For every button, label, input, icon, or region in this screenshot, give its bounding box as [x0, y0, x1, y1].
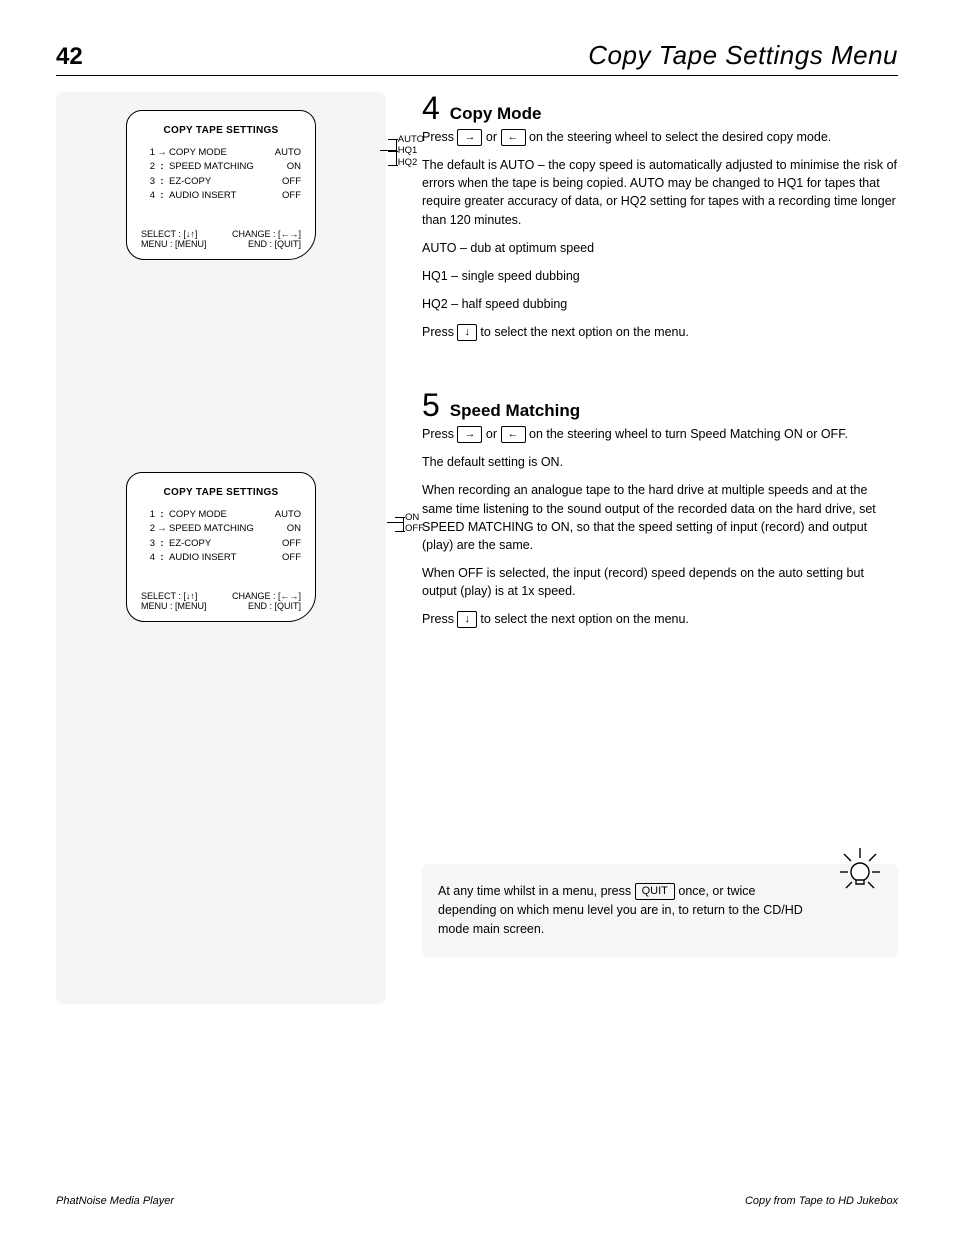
side-options: ON OFF	[405, 512, 424, 535]
footer-left: PhatNoise Media Player	[56, 1195, 174, 1207]
quit-button: QUIT	[635, 883, 675, 900]
osd-nav: SELECT : [↓↑] MENU : [MENU] CHANGE : [←→…	[141, 229, 301, 249]
menu-row: 4:AUDIO INSERTOFF	[141, 551, 301, 565]
menu-row: 1:COPY MODEAUTO	[141, 508, 301, 522]
footer-right: Copy from Tape to HD Jukebox	[745, 1195, 898, 1207]
section-copy-mode: 4 Copy Mode Press → or ← on the steering…	[422, 92, 898, 341]
instruction-line: Press ↓ to select the next option on the…	[422, 323, 898, 341]
option-line: HQ1 – single speed dubbing	[422, 267, 898, 285]
step-number: 5	[422, 389, 440, 421]
section-title: Copy Mode	[450, 104, 542, 124]
side-options: AUTO HQ1 HQ2	[398, 134, 424, 168]
option-line: HQ2 – half speed dubbing	[422, 295, 898, 313]
page-number: 42	[56, 43, 83, 71]
left-arrow-button: ←	[501, 129, 526, 146]
right-arrow-button: →	[457, 426, 482, 443]
paragraph: The default is AUTO – the copy speed is …	[422, 156, 898, 229]
paragraph: When recording an analogue tape to the h…	[422, 481, 898, 554]
section-speed-matching: 5 Speed Matching Press → or ← on the ste…	[422, 389, 898, 628]
option-line: AUTO – dub at optimum speed	[422, 239, 898, 257]
left-panel: COPY TAPE SETTINGS 1→COPY MODEAUTO 2:SPE…	[56, 92, 386, 1004]
page-header: 42 Copy Tape Settings Menu	[56, 40, 898, 76]
menu-row: 3:EZ-COPYOFF	[141, 537, 301, 551]
osd-screen-copy-mode: COPY TAPE SETTINGS 1→COPY MODEAUTO 2:SPE…	[66, 110, 376, 260]
osd-nav: SELECT : [↓↑] MENU : [MENU] CHANGE : [←→…	[141, 591, 301, 611]
down-arrow-button: ↓	[457, 324, 477, 341]
osd-screen-speed-matching: COPY TAPE SETTINGS 1:COPY MODEAUTO 2→SPE…	[66, 472, 376, 622]
menu-row: 4:AUDIO INSERTOFF	[141, 189, 301, 203]
instruction-line: Press → or ← on the steering wheel to se…	[422, 128, 898, 146]
osd-title: COPY TAPE SETTINGS	[141, 487, 301, 498]
lightbulb-icon	[830, 838, 890, 898]
step-number: 4	[422, 92, 440, 124]
right-column: 4 Copy Mode Press → or ← on the steering…	[422, 92, 898, 1004]
left-arrow-button: ←	[501, 426, 526, 443]
menu-row: 3:EZ-COPYOFF	[141, 175, 301, 189]
down-arrow-button: ↓	[457, 611, 477, 628]
osd-title: COPY TAPE SETTINGS	[141, 125, 301, 136]
instruction-line: Press ↓ to select the next option on the…	[422, 610, 898, 628]
page-title: Copy Tape Settings Menu	[588, 40, 898, 71]
section-title: Speed Matching	[450, 401, 580, 421]
paragraph: When OFF is selected, the input (record)…	[422, 564, 898, 600]
menu-row: 1→COPY MODEAUTO	[141, 146, 301, 160]
instruction-line: Press → or ← on the steering wheel to tu…	[422, 425, 898, 443]
menu-row: 2→SPEED MATCHINGON	[141, 522, 301, 536]
right-arrow-button: →	[457, 129, 482, 146]
page-footer: PhatNoise Media Player Copy from Tape to…	[56, 1195, 898, 1207]
menu-row: 2:SPEED MATCHINGON	[141, 160, 301, 174]
paragraph: The default setting is ON.	[422, 453, 898, 471]
tip-callout: At any time whilst in a menu, press QUIT…	[422, 864, 898, 956]
